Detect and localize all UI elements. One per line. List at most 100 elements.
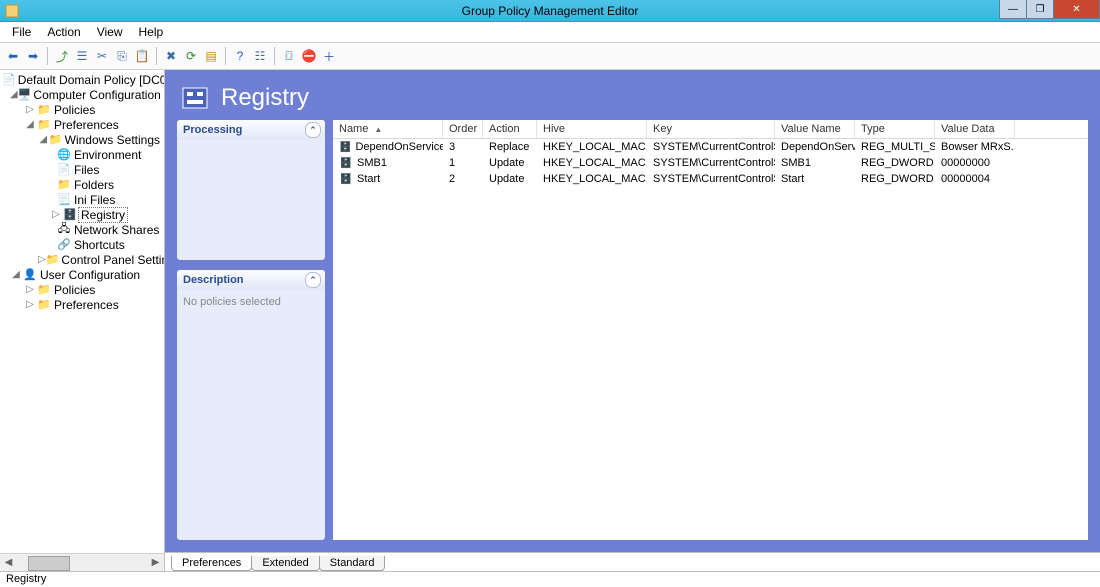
console-tree[interactable]: 📄 Default Domain Policy [DC02.C… ◢ 🖥️ Co… [0, 70, 164, 314]
registry-list[interactable]: Name▲ Order Action Hive Key Value Name T… [333, 120, 1088, 540]
scroll-left-button[interactable]: ◀ [0, 554, 17, 571]
col-type[interactable]: Type [855, 120, 935, 138]
tree-control-panel-settings[interactable]: ▷ 📁 Control Panel Settings [0, 252, 164, 267]
minimize-button[interactable]: — [999, 0, 1027, 19]
folder-icon: 📁 [46, 253, 60, 267]
expand-icon[interactable]: ▷ [24, 104, 36, 115]
titlebar: Group Policy Management Editor — ❐ ✕ [0, 0, 1100, 22]
refresh-button[interactable]: ⟳ [182, 47, 200, 65]
tree-network-shares[interactable]: 🖧 Network Shares [0, 222, 164, 237]
expand-icon[interactable]: ◢ [10, 269, 22, 280]
tree-environment[interactable]: 🌐 Environment [0, 147, 164, 162]
tree-windows-settings[interactable]: ◢ 📁 Windows Settings [0, 132, 164, 147]
status-text: Registry [6, 573, 46, 585]
tree-user-configuration[interactable]: ◢ 👤 User Configuration [0, 267, 164, 282]
tree-preferences[interactable]: ◢ 📁 Preferences [0, 117, 164, 132]
list-row[interactable]: 🗄️SMB11UpdateHKEY_LOCAL_MAC...SYSTEM\Cur… [333, 155, 1088, 171]
close-button[interactable]: ✕ [1053, 0, 1100, 19]
col-action[interactable]: Action [483, 120, 537, 138]
maximize-button[interactable]: ❐ [1026, 0, 1054, 19]
expand-icon[interactable]: ◢ [10, 89, 18, 100]
description-body: No policies selected [177, 290, 325, 540]
export-button[interactable]: ▤ [202, 47, 220, 65]
paste-button[interactable]: 📋 [133, 47, 151, 65]
tab-preferences[interactable]: Preferences [171, 556, 252, 571]
delete-button[interactable]: ✖ [162, 47, 180, 65]
tree-label: Environment [72, 148, 143, 162]
tree-registry[interactable]: ▷ 🗄️ Registry [0, 207, 164, 222]
tree-label: Ini Files [72, 193, 117, 207]
tree-root[interactable]: 📄 Default Domain Policy [DC02.C… [0, 72, 164, 87]
description-panel: Description ⌃ No policies selected [177, 270, 325, 540]
folders-icon: 📁 [56, 178, 72, 192]
tab-extended[interactable]: Extended [251, 556, 319, 571]
forward-button[interactable]: ➡ [24, 47, 42, 65]
scroll-thumb[interactable] [28, 556, 70, 571]
registry-item-icon: 🗄️ [339, 172, 353, 186]
menu-action[interactable]: Action [39, 23, 88, 41]
tree-user-policies[interactable]: ▷ 📁 Policies [0, 282, 164, 297]
expand-icon[interactable]: ▷ [38, 254, 46, 265]
list-body: 🗄️DependOnService3ReplaceHKEY_LOCAL_MAC.… [333, 139, 1088, 187]
tree-folders[interactable]: 📁 Folders [0, 177, 164, 192]
tree-label: Policies [52, 283, 97, 297]
tab-standard[interactable]: Standard [319, 556, 386, 571]
expand-icon[interactable]: ▷ [24, 284, 36, 295]
options-button[interactable]: ⌼ [280, 47, 298, 65]
col-key[interactable]: Key [647, 120, 775, 138]
expand-icon[interactable]: ▷ [50, 209, 62, 220]
content-pane: Registry Processing ⌃ Description ⌃ [165, 70, 1100, 571]
collapse-icon[interactable]: ⌃ [305, 122, 321, 138]
col-name[interactable]: Name▲ [333, 120, 443, 138]
up-button[interactable]: ⤴ [53, 47, 71, 65]
col-order[interactable]: Order [443, 120, 483, 138]
copy-button[interactable]: ⎘ [113, 47, 131, 65]
tree-label: Files [72, 163, 101, 177]
collapse-icon[interactable]: ⌃ [305, 272, 321, 288]
sort-asc-icon: ▲ [374, 125, 382, 134]
tree-policies[interactable]: ▷ 📁 Policies [0, 102, 164, 117]
expand-icon[interactable]: ◢ [24, 119, 36, 130]
folder-icon: 📁 [49, 133, 63, 147]
tree-user-preferences[interactable]: ▷ 📁 Preferences [0, 297, 164, 312]
tree-inifiles[interactable]: 📃 Ini Files [0, 192, 164, 207]
menu-view[interactable]: View [89, 23, 131, 41]
scroll-right-button[interactable]: ▶ [147, 554, 164, 571]
tree-label: Computer Configuration [31, 88, 162, 102]
col-value-name[interactable]: Value Name [775, 120, 855, 138]
list-row[interactable]: 🗄️DependOnService3ReplaceHKEY_LOCAL_MAC.… [333, 139, 1088, 155]
expand-icon[interactable]: ▷ [24, 299, 36, 310]
folder-icon: 📁 [36, 103, 52, 117]
col-value-data[interactable]: Value Data [935, 120, 1015, 138]
tree-files[interactable]: 📄 Files [0, 162, 164, 177]
list-row[interactable]: 🗄️Start2UpdateHKEY_LOCAL_MAC...SYSTEM\Cu… [333, 171, 1088, 187]
tree-horizontal-scrollbar[interactable]: ◀ ▶ [0, 553, 164, 571]
properties-button[interactable]: ☷ [251, 47, 269, 65]
back-button[interactable]: ⬅ [4, 47, 22, 65]
menu-file[interactable]: File [4, 23, 39, 41]
tree-computer-configuration[interactable]: ◢ 🖥️ Computer Configuration [0, 87, 164, 102]
toolbar-separator [225, 47, 226, 65]
folder-icon: 📁 [36, 283, 52, 297]
menu-help[interactable]: Help [131, 23, 172, 41]
tree-shortcuts[interactable]: 🔗 Shortcuts [0, 237, 164, 252]
statusbar: Registry [0, 571, 1100, 587]
toolbar-separator [274, 47, 275, 65]
stop-button[interactable]: ⛔ [300, 47, 318, 65]
expand-icon[interactable]: ◢ [38, 134, 49, 145]
toolbar-separator [156, 47, 157, 65]
window-title: Group Policy Management Editor [0, 4, 1100, 18]
add-button[interactable]: ＋ [320, 47, 338, 65]
processing-panel: Processing ⌃ [177, 120, 325, 260]
show-hide-tree-button[interactable]: ☰ [73, 47, 91, 65]
app-icon [4, 3, 20, 19]
folder-icon: 📁 [36, 298, 52, 312]
panel-title: Processing [183, 124, 242, 136]
panel-title: Description [183, 274, 244, 286]
inifiles-icon: 📃 [56, 193, 72, 207]
tree-label: Preferences [52, 298, 121, 312]
col-hive[interactable]: Hive [537, 120, 647, 138]
cut-button[interactable]: ✂ [93, 47, 111, 65]
folder-icon: 📁 [36, 118, 52, 132]
help-button[interactable]: ? [231, 47, 249, 65]
